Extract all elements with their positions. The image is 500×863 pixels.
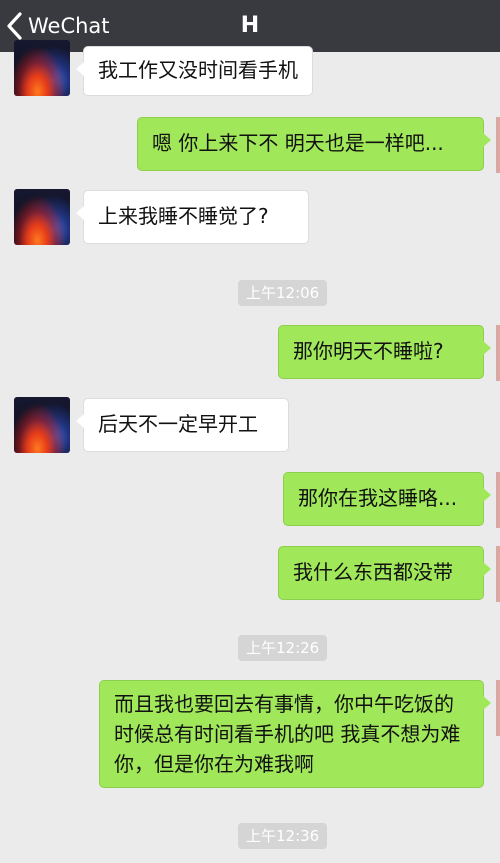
timestamp: 上午12:06 — [238, 280, 328, 306]
received-message[interactable]: 我工作又没时间看手机 — [76, 46, 313, 96]
message-text: 那你在我这睡咯... — [298, 486, 458, 510]
navbar: WeChat H — [0, 0, 500, 52]
chat-title: H — [240, 13, 260, 38]
my-avatar[interactable] — [496, 117, 500, 173]
timestamp: 上午12:36 — [238, 823, 328, 849]
message-text: 上来我睡不睡觉了? — [98, 204, 269, 228]
my-avatar[interactable] — [496, 325, 500, 381]
timestamp: 上午12:26 — [238, 635, 328, 661]
sent-message[interactable]: 那你在我这睡咯... — [283, 472, 491, 526]
contact-avatar[interactable] — [14, 397, 70, 453]
message-text: 嗯 你上来下不 明天也是一样吧... — [152, 131, 444, 155]
message-text: 那你明天不睡啦? — [293, 339, 444, 363]
message-text: 我工作又没时间看手机 — [98, 58, 298, 82]
message-text: 我什么东西都没带 — [293, 560, 453, 584]
received-message[interactable]: 上来我睡不睡觉了? — [76, 190, 309, 244]
sent-message[interactable]: 我什么东西都没带 — [278, 546, 491, 600]
my-avatar[interactable] — [496, 546, 500, 602]
contact-avatar[interactable] — [14, 189, 70, 245]
sent-message[interactable]: 而且我也要回去有事情，你中午吃饭的时候总有时间看手机的吧 我真不想为难你，但是你… — [99, 680, 491, 788]
received-message[interactable]: 后天不一定早开工 — [76, 398, 289, 452]
sent-message[interactable]: 嗯 你上来下不 明天也是一样吧... — [137, 117, 491, 171]
message-text: 后天不一定早开工 — [98, 412, 258, 436]
contact-avatar[interactable] — [14, 40, 70, 96]
my-avatar[interactable] — [496, 472, 500, 528]
my-avatar[interactable] — [496, 680, 500, 736]
message-text: 而且我也要回去有事情，你中午吃饭的时候总有时间看手机的吧 我真不想为难你，但是你… — [114, 692, 461, 776]
sent-message[interactable]: 那你明天不睡啦? — [278, 325, 491, 379]
